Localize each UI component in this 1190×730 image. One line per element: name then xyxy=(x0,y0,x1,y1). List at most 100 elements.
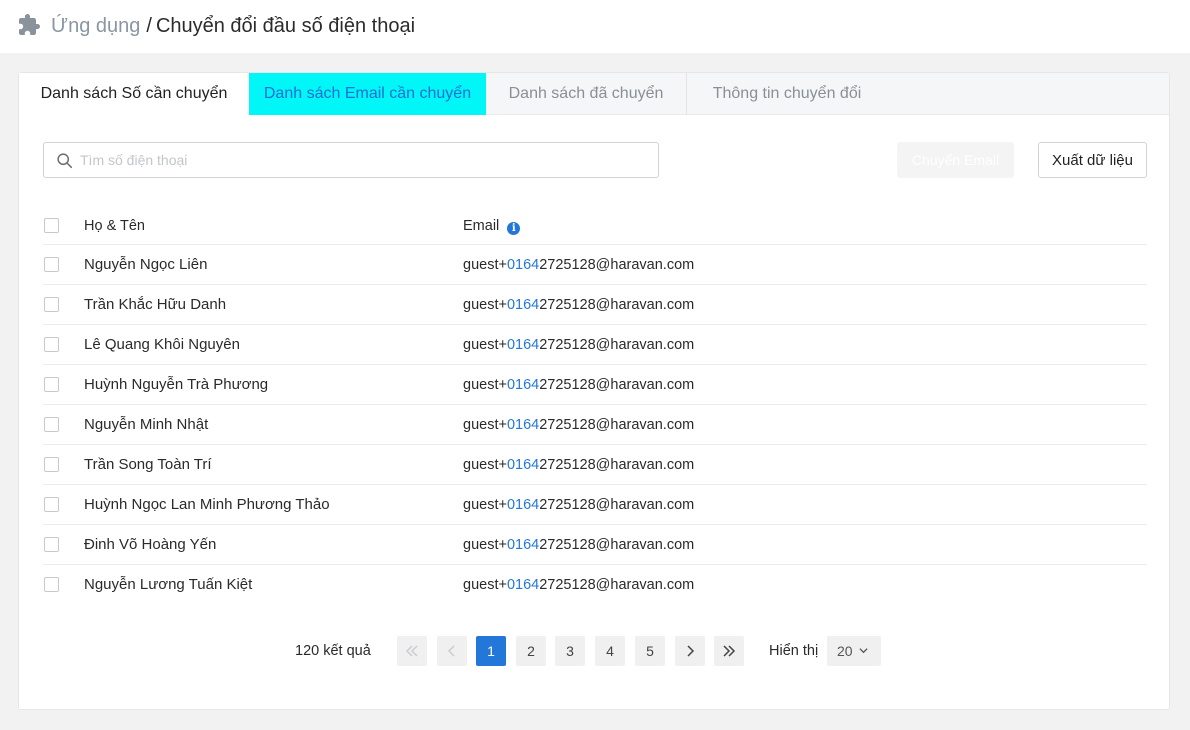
chevron-right-icon xyxy=(687,645,695,657)
email-suffix: 2725128@haravan.com xyxy=(539,297,695,313)
row-email: guest+01642725128@haravan.com xyxy=(463,565,694,605)
page-title: Chuyển đổi đầu số điện thoại xyxy=(155,15,416,37)
tab-converted-list[interactable]: Danh sách đã chuyển xyxy=(486,73,687,115)
email-prefix: guest+ xyxy=(463,337,507,353)
row-checkbox[interactable] xyxy=(44,337,59,352)
row-name: Trần Khắc Hữu Danh xyxy=(84,296,227,313)
content-card: Danh sách Số cần chuyển Danh sách Email … xyxy=(18,72,1170,710)
info-icon[interactable]: i xyxy=(507,222,521,235)
search-box xyxy=(43,142,659,178)
table-row: Huỳnh Nguyễn Trà Phương guest+0164272512… xyxy=(43,365,1147,405)
row-name: Trần Song Toàn Trí xyxy=(84,456,212,473)
email-old-prefix: 0164 xyxy=(506,377,540,393)
table-row: Nguyễn Lương Tuấn Kiệt guest+01642725128… xyxy=(43,565,1147,605)
page-button-2[interactable]: 2 xyxy=(516,636,546,666)
row-name: Đinh Võ Hoàng Yến xyxy=(84,536,217,553)
top-bar: Ứng dụng / Chuyển đổi đầu số điện thoại xyxy=(0,0,1190,53)
email-suffix: 2725128@haravan.com xyxy=(539,537,695,553)
email-suffix: 2725128@haravan.com xyxy=(539,457,695,473)
row-checkbox[interactable] xyxy=(44,417,59,432)
convert-email-button[interactable]: Chuyển Email xyxy=(897,142,1014,178)
tab-conversion-info[interactable]: Thông tin chuyển đổi xyxy=(687,73,887,115)
row-email: guest+01642725128@haravan.com xyxy=(463,525,694,565)
table-row: Nguyễn Ngọc Liên guest+01642725128@harav… xyxy=(43,245,1147,285)
pagination: 120 kết quả 1 2 3 4 5 Hiển thị 20 xyxy=(19,635,1169,667)
email-suffix: 2725128@haravan.com xyxy=(539,417,695,433)
row-email: guest+01642725128@haravan.com xyxy=(463,405,694,445)
puzzle-icon xyxy=(19,14,40,35)
email-old-prefix: 0164 xyxy=(506,257,540,273)
row-checkbox[interactable] xyxy=(44,257,59,272)
next-page-button[interactable] xyxy=(675,636,705,666)
table-row: Trần Khắc Hữu Danh guest+01642725128@har… xyxy=(43,285,1147,325)
search-input[interactable] xyxy=(80,143,650,177)
breadcrumb-separator: / xyxy=(146,15,152,37)
table-row: Huỳnh Ngọc Lan Minh Phương Thảo guest+01… xyxy=(43,485,1147,525)
email-prefix: guest+ xyxy=(463,297,507,313)
page-button-4[interactable]: 4 xyxy=(595,636,625,666)
table-row: Trần Song Toàn Trí guest+01642725128@har… xyxy=(43,445,1147,485)
search-icon xyxy=(57,153,73,169)
page-size-value: 20 xyxy=(837,643,853,659)
row-checkbox[interactable] xyxy=(44,457,59,472)
email-old-prefix: 0164 xyxy=(506,417,540,433)
page-size-select[interactable]: 20 xyxy=(827,636,881,666)
email-table: Họ & Tên Email i Nguyễn Ngọc Liên guest+0… xyxy=(43,205,1147,605)
email-old-prefix: 0164 xyxy=(506,457,540,473)
email-old-prefix: 0164 xyxy=(506,577,540,593)
column-header-email-label: Email xyxy=(463,218,500,234)
email-prefix: guest+ xyxy=(463,377,507,393)
row-email: guest+01642725128@haravan.com xyxy=(463,285,694,325)
row-checkbox[interactable] xyxy=(44,497,59,512)
email-old-prefix: 0164 xyxy=(506,537,540,553)
row-email: guest+01642725128@haravan.com xyxy=(463,325,694,365)
tab-phone-list[interactable]: Danh sách Số cần chuyển xyxy=(19,73,249,115)
chevron-down-icon xyxy=(859,648,868,654)
email-prefix: guest+ xyxy=(463,537,507,553)
row-name: Huỳnh Nguyễn Trà Phương xyxy=(84,376,269,393)
breadcrumb: Ứng dụng / Chuyển đổi đầu số điện thoại xyxy=(51,12,415,40)
chevron-left-icon xyxy=(447,645,455,657)
email-suffix: 2725128@haravan.com xyxy=(539,577,695,593)
email-old-prefix: 0164 xyxy=(506,297,540,313)
prev-page-button[interactable] xyxy=(437,636,467,666)
export-data-button[interactable]: Xuất dữ liệu xyxy=(1038,142,1147,178)
email-prefix: guest+ xyxy=(463,497,507,513)
page-button-3[interactable]: 3 xyxy=(555,636,585,666)
double-chevron-right-icon xyxy=(723,645,736,657)
email-suffix: 2725128@haravan.com xyxy=(539,377,695,393)
page-size-label: Hiển thị xyxy=(769,643,819,659)
page-button-1[interactable]: 1 xyxy=(476,636,506,666)
table-row: Lê Quang Khôi Nguyên guest+01642725128@h… xyxy=(43,325,1147,365)
email-old-prefix: 0164 xyxy=(506,337,540,353)
row-name: Huỳnh Ngọc Lan Minh Phương Thảo xyxy=(84,496,330,513)
tab-bar: Danh sách Số cần chuyển Danh sách Email … xyxy=(19,73,1169,115)
last-page-button[interactable] xyxy=(714,636,744,666)
row-name: Nguyễn Ngọc Liên xyxy=(84,256,208,273)
row-checkbox[interactable] xyxy=(44,377,59,392)
table-header-row: Họ & Tên Email i xyxy=(43,205,1147,245)
table-row: Nguyễn Minh Nhật guest+01642725128@harav… xyxy=(43,405,1147,445)
email-suffix: 2725128@haravan.com xyxy=(539,497,695,513)
breadcrumb-root-link[interactable]: Ứng dụng xyxy=(51,15,140,37)
row-checkbox[interactable] xyxy=(44,577,59,592)
select-all-checkbox[interactable] xyxy=(44,218,59,233)
email-suffix: 2725128@haravan.com xyxy=(539,257,695,273)
double-chevron-left-icon xyxy=(405,645,418,657)
row-name: Nguyễn Minh Nhật xyxy=(84,416,209,433)
table-row: Đinh Võ Hoàng Yến guest+01642725128@hara… xyxy=(43,525,1147,565)
email-prefix: guest+ xyxy=(463,257,507,273)
row-checkbox[interactable] xyxy=(44,537,59,552)
row-name: Lê Quang Khôi Nguyên xyxy=(84,336,240,353)
row-email: guest+01642725128@haravan.com xyxy=(463,245,694,285)
email-prefix: guest+ xyxy=(463,417,507,433)
column-header-name: Họ & Tên xyxy=(84,218,145,234)
email-prefix: guest+ xyxy=(463,457,507,473)
page-button-5[interactable]: 5 xyxy=(635,636,665,666)
tab-email-list[interactable]: Danh sách Email cần chuyển xyxy=(249,73,486,115)
first-page-button[interactable] xyxy=(397,636,427,666)
column-header-email: Email i xyxy=(463,205,521,247)
result-count: 120 kết quả xyxy=(295,643,371,659)
row-checkbox[interactable] xyxy=(44,297,59,312)
row-email: guest+01642725128@haravan.com xyxy=(463,485,694,525)
